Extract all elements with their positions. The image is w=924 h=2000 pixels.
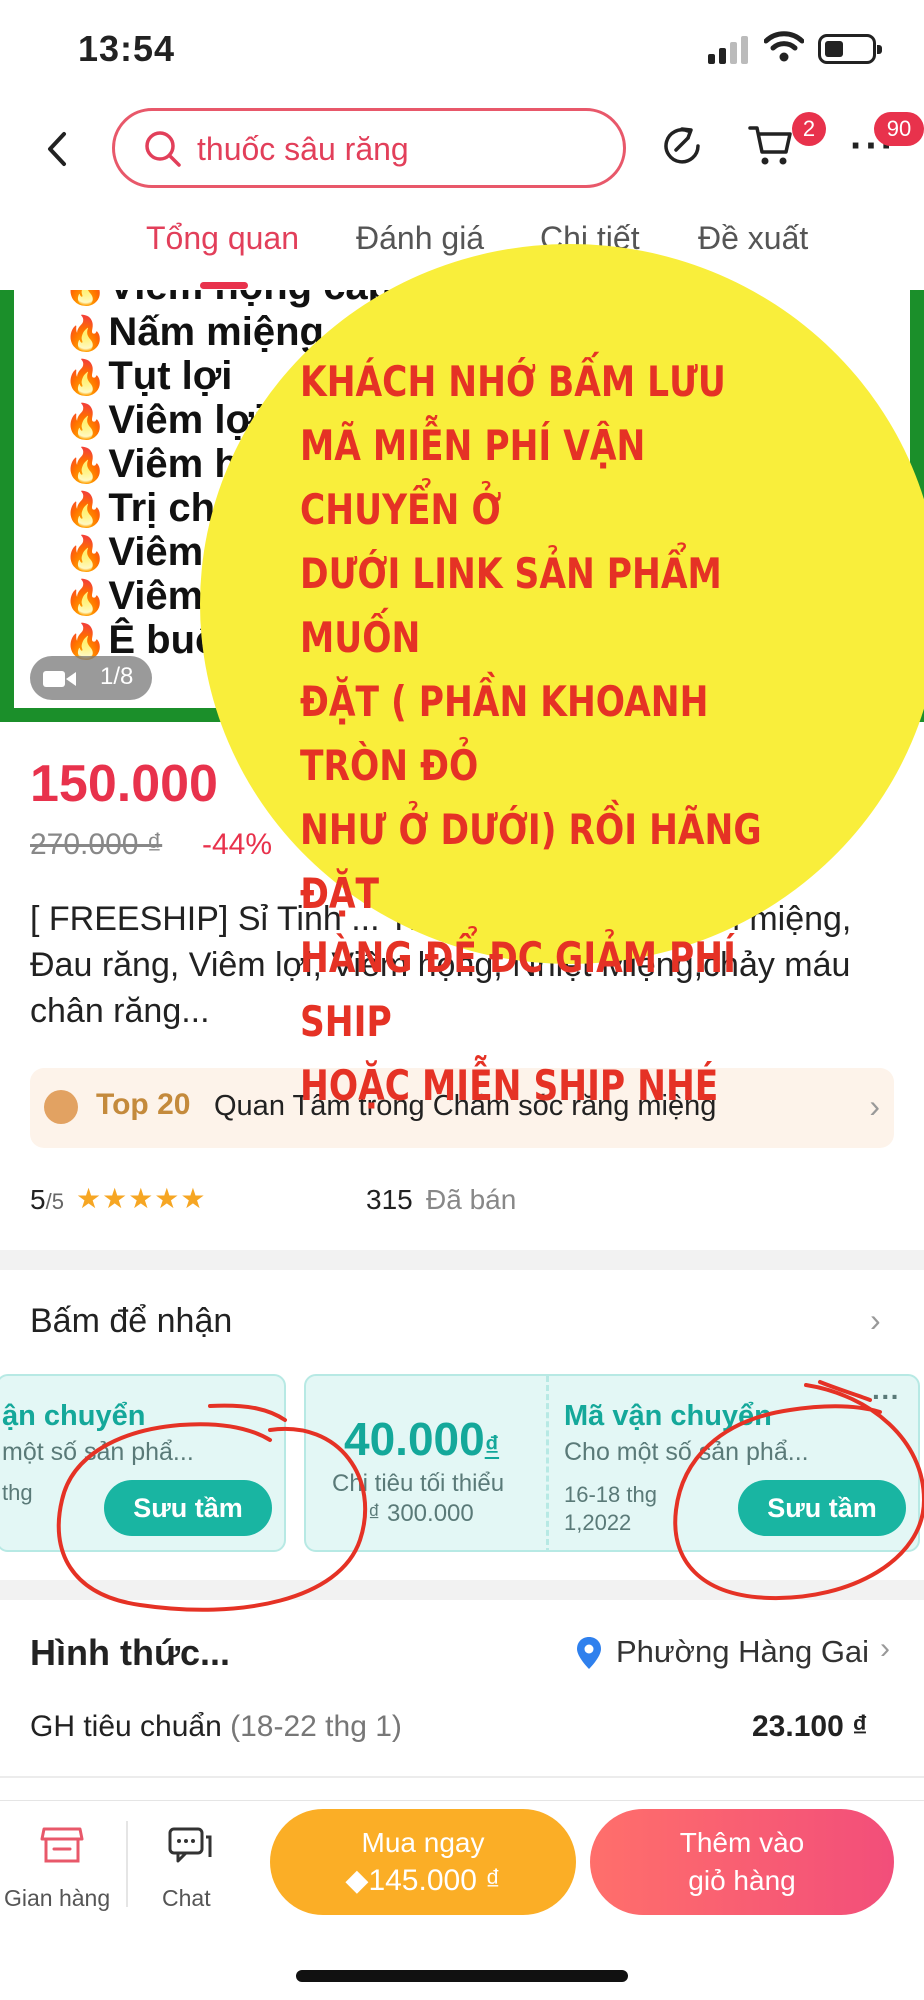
- voucher-perforation: [546, 1376, 549, 1550]
- search-icon: [145, 131, 181, 167]
- divider: [0, 1776, 924, 1778]
- add-to-cart-button[interactable]: Thêm vào giỏ hàng: [590, 1809, 894, 1915]
- cart-icon[interactable]: [748, 122, 794, 168]
- status-time: 13:54: [78, 28, 176, 69]
- flame-icon: 🔥: [64, 290, 106, 307]
- collect-voucher-button[interactable]: Sưu tầm: [738, 1480, 906, 1536]
- location-pin-icon: [577, 1637, 601, 1669]
- voucher-amount: 40.000₫: [344, 1413, 500, 1465]
- voucher-section-title: Bấm để nhận: [30, 1302, 233, 1340]
- delivery-price: 23.100 ₫: [752, 1710, 868, 1743]
- flame-icon: 🔥: [64, 315, 107, 353]
- flame-icon: 🔥: [64, 359, 107, 397]
- voucher-title: Mã vận chuyển: [564, 1400, 772, 1432]
- sold-count: 315: [366, 1184, 413, 1215]
- voucher-card: ận chuyển một số sản phẩ... thg Sưu tầm: [0, 1374, 286, 1552]
- ranking-rank: Top 20: [96, 1088, 191, 1121]
- share-icon[interactable]: [660, 124, 704, 168]
- ailment-item: 🔥Tụt lợi: [64, 354, 233, 398]
- divider: [126, 1821, 128, 1907]
- collect-voucher-button[interactable]: Sưu tầm: [104, 1480, 272, 1536]
- section-divider: [0, 1250, 924, 1270]
- discount-percent: -44%: [202, 828, 273, 861]
- section-divider: [0, 1580, 924, 1600]
- cellular-signal-icon: [708, 36, 748, 64]
- tab-reviews[interactable]: Đánh giá: [356, 220, 484, 257]
- buy-now-price: ◆145.000 ₫: [345, 1864, 501, 1897]
- chat-label[interactable]: Chat: [162, 1885, 211, 1912]
- shop-icon[interactable]: [40, 1825, 84, 1865]
- flame-icon: 🔥: [64, 579, 107, 617]
- flame-icon: 🔥: [64, 447, 107, 485]
- add-to-cart-label: Thêm vào giỏ hàng: [679, 1827, 805, 1896]
- voucher-min-label: Chi tiêu tối thiểu: [332, 1470, 505, 1497]
- voucher-min-value: ₫ 300.000: [368, 1500, 474, 1527]
- shop-label[interactable]: Gian hàng: [4, 1885, 110, 1912]
- chevron-right-icon[interactable]: ›: [870, 1302, 881, 1339]
- ailment-item: 🔥Nấm miệng: [64, 310, 324, 354]
- buy-now-button[interactable]: Mua ngay ◆145.000 ₫: [270, 1809, 576, 1915]
- video-camera-icon: [43, 671, 76, 687]
- annotation-note-text: KHÁCH NHỚ BẤM LƯU MÃ MIỄN PHÍ VẬN CHUYỂN…: [300, 357, 762, 1110]
- back-arrow-icon[interactable]: [40, 128, 76, 170]
- search-query: thuốc sâu răng: [197, 131, 409, 167]
- voucher-date: 1,2022: [564, 1510, 632, 1535]
- tab-recommendations[interactable]: Đề xuất: [698, 220, 808, 257]
- media-counter-badge: 1/8: [30, 656, 152, 700]
- star-rating-icons: ★★★★★: [76, 1183, 207, 1214]
- home-indicator: [296, 1970, 628, 1982]
- crown-icon: [44, 1090, 78, 1124]
- flame-icon: 🔥: [64, 403, 107, 441]
- wifi-icon: [764, 31, 804, 62]
- flame-icon: 🔥: [64, 491, 107, 529]
- voucher-date: 16-18 thg: [564, 1482, 657, 1507]
- delivery-location[interactable]: Phường Hàng Gai: [616, 1634, 869, 1670]
- active-tab-indicator: [200, 282, 248, 289]
- original-price: 270.000 ₫: [30, 828, 163, 861]
- product-price: 150.000: [30, 755, 218, 813]
- rating-score: 5/5: [30, 1184, 64, 1215]
- tab-overview[interactable]: Tổng quan: [146, 220, 299, 257]
- buy-now-label: Mua ngay: [361, 1827, 485, 1858]
- delivery-option: GH tiêu chuẩn (18-22 thg 1): [30, 1710, 402, 1743]
- battery-icon: [818, 34, 882, 64]
- voucher-card: 40.000₫ Chi tiêu tối thiểu ₫ 300.000 Mã …: [304, 1374, 920, 1552]
- more-options-icon[interactable]: ···: [872, 1383, 900, 1411]
- image-counter: 1/8: [100, 663, 134, 690]
- flame-icon: 🔥: [64, 535, 107, 573]
- search-bar[interactable]: thuốc sâu răng: [112, 108, 626, 188]
- sold-label: Đã bán: [426, 1184, 517, 1215]
- chat-icon[interactable]: [168, 1827, 212, 1865]
- delivery-section-title: Hình thức...: [30, 1632, 231, 1673]
- voucher-tag-icon: ◆: [345, 1864, 369, 1897]
- chevron-right-icon[interactable]: ›: [880, 1632, 890, 1666]
- chevron-right-icon: ›: [869, 1088, 880, 1124]
- voucher-subtitle: một số sản phẩ...: [2, 1438, 194, 1466]
- cart-count-badge: 2: [792, 112, 826, 146]
- notification-count-badge: 90: [874, 112, 924, 146]
- bottom-action-bar: Gian hàng Chat Mua ngay ◆145.000 ₫ Thêm …: [0, 1800, 924, 1930]
- voucher-title: ận chuyển: [2, 1400, 146, 1432]
- voucher-subtitle: Cho một số sản phẩ...: [564, 1438, 809, 1466]
- voucher-date: thg: [2, 1480, 33, 1505]
